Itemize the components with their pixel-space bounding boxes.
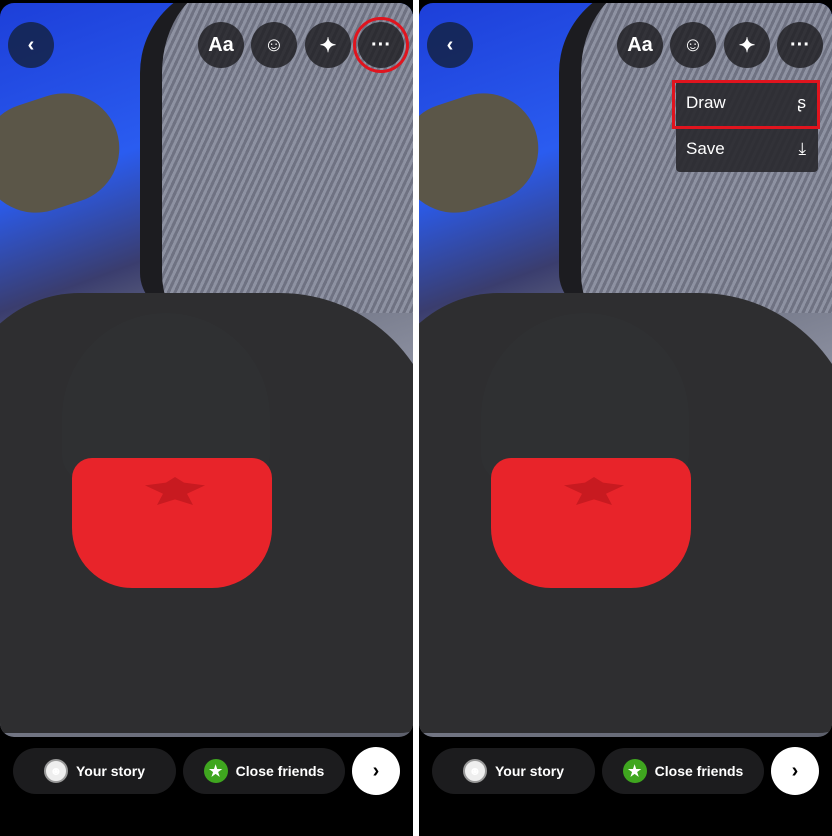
download-icon: ⤓ (798, 139, 806, 158)
star-icon: ★ (622, 759, 647, 783)
your-story-label: Your story (76, 763, 145, 779)
sparkle-effects-icon[interactable]: ✦ (305, 22, 351, 68)
close-friends-label: Close friends (235, 763, 325, 779)
close-friends-button[interactable]: ★ Close friends (602, 748, 764, 794)
next-button[interactable]: › (771, 747, 819, 795)
cap-brim (72, 458, 272, 588)
story-editor-panel-before: ‹ Aa ☺ ✦ ··· ☻ Your story ★ Close friends … (0, 0, 413, 836)
story-editor-panel-after: ‹ Aa ☺ ✦ ··· Draw ʂ Save ⤓ ☻ Your story ★ Cl… (419, 0, 832, 836)
save-label: Save (686, 139, 725, 158)
close-friends-button[interactable]: ★ Close friends (183, 748, 345, 794)
menu-item-save[interactable]: Save ⤓ (676, 126, 818, 172)
more-options-button[interactable]: ··· (777, 22, 823, 68)
text-button[interactable]: Aa (617, 22, 663, 68)
back-button[interactable]: ‹ (8, 22, 54, 68)
highlight-box (672, 80, 820, 129)
your-story-button[interactable]: ☻ Your story (432, 748, 595, 794)
chair-armrest (419, 79, 553, 227)
your-story-button[interactable]: ☻ Your story (13, 748, 176, 794)
avatar: ☻ (463, 759, 487, 783)
avatar: ☻ (44, 759, 68, 783)
text-button[interactable]: Aa (198, 22, 244, 68)
back-button[interactable]: ‹ (427, 22, 473, 68)
story-photo (0, 3, 413, 737)
next-button[interactable]: › (352, 747, 400, 795)
close-friends-label: Close friends (654, 763, 744, 779)
sparkle-effects-icon[interactable]: ✦ (724, 22, 770, 68)
sticker-icon[interactable]: ☺ (670, 22, 716, 68)
star-icon: ★ (203, 759, 228, 783)
chair-armrest (0, 79, 134, 227)
cap-brim (491, 458, 691, 588)
highlight-circle (353, 17, 409, 73)
sticker-icon[interactable]: ☺ (251, 22, 297, 68)
your-story-label: Your story (495, 763, 564, 779)
